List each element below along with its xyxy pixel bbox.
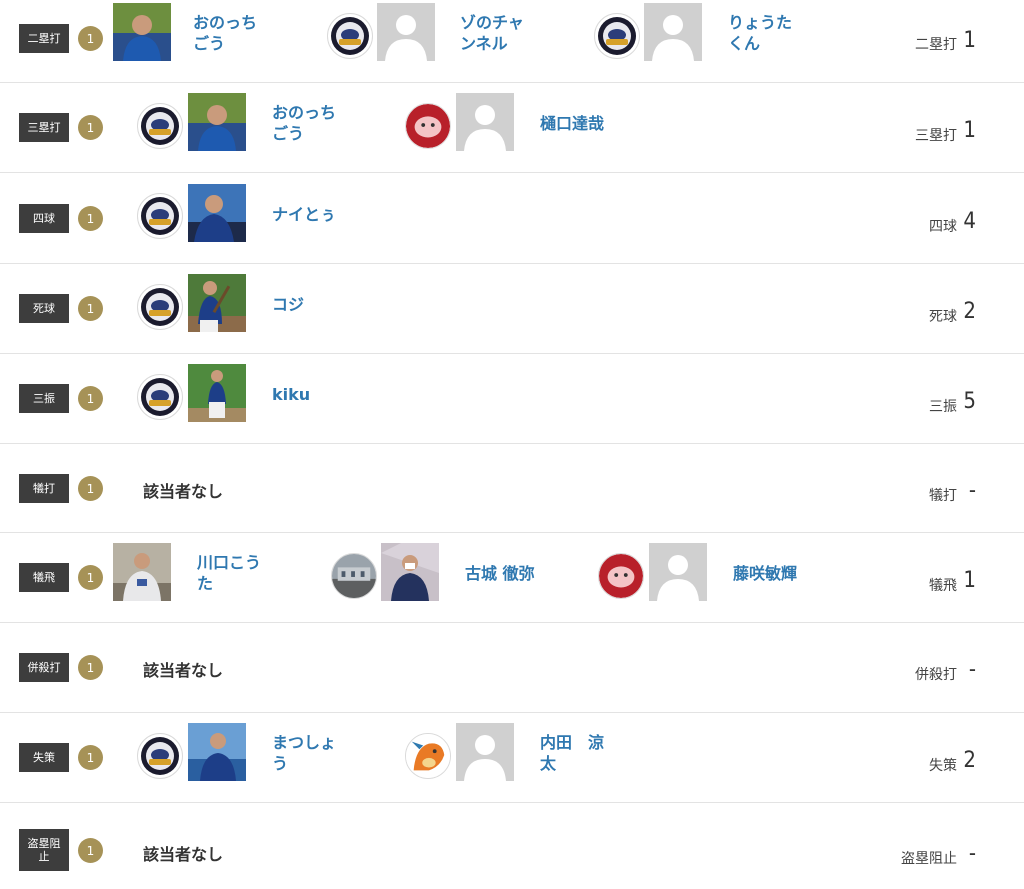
watchers-logo-icon [137,193,183,239]
stat-row-double-plays: 併殺打 1 該当者なし 併殺打 - [0,623,1024,713]
stat-value: - [968,478,976,503]
dragon-logo-icon [405,733,451,779]
stat-value: 1 [963,568,976,593]
watchers-logo-icon [594,13,640,59]
stat-row-caught-stealing: 盗塁阻止 1 該当者なし 盗塁阻止 - [0,803,1024,889]
category-badge: 犠打 [19,474,69,503]
player-name-link[interactable]: おのっち ごう [193,12,288,54]
pig-team-logo-icon [405,103,451,149]
default-avatar-icon[interactable] [456,723,514,781]
player-photo[interactable] [188,723,246,781]
stat-label: 失策 [929,758,957,774]
watchers-logo-icon [137,103,183,149]
stat-row-triples: 三塁打 1 おのっち ごう 樋口達哉 三塁打 1 [0,83,1024,173]
stat-row-strikeouts: 三振 1 kiku 三振 5 [0,354,1024,444]
stat-label: 三振 [929,399,957,415]
default-avatar-icon[interactable] [456,93,514,151]
stat-row-hit-by-pitch: 死球 1 コジ 死球 2 [0,264,1024,354]
stat-value: - [968,657,976,682]
player-photo[interactable] [381,543,439,601]
stat-row-sacrifice-bunts: 犠打 1 該当者なし 犠打 - [0,444,1024,533]
category-badge: 四球 [19,204,69,233]
stat-label: 犠打 [929,488,957,504]
count-badge: 1 [78,115,103,140]
category-badge: 三塁打 [19,113,69,142]
pig-team-logo-icon [598,553,644,599]
player-name-link[interactable]: 内田 涼太 [540,732,635,774]
category-badge: 二塁打 [19,24,69,53]
stat-value: 1 [963,118,976,143]
stat-row-sacrifice-flies: 犠飛 1 川口こうた 古城 徹弥 藤咲敏輝 犠飛 1 [0,533,1024,623]
player-photo[interactable] [188,93,246,151]
category-badge: 併殺打 [19,653,69,682]
player-photo[interactable] [188,184,246,242]
stat-row-walks: 四球 1 ナイとぅ 四球 4 [0,173,1024,264]
count-badge: 1 [78,655,103,680]
count-badge: 1 [78,745,103,770]
player-name-link[interactable]: ゾのチャ ンネル [460,12,555,54]
player-photo[interactable] [188,364,246,422]
category-badge: 失策 [19,743,69,772]
player-name-link[interactable]: おのっち ごう [272,102,367,144]
no-players-text: 該当者なし [143,661,224,680]
stat-value: 2 [963,299,976,324]
player-photo[interactable] [188,274,246,332]
default-avatar-icon[interactable] [644,3,702,61]
watchers-logo-icon [137,733,183,779]
no-players-text: 該当者なし [143,845,224,864]
player-name-link[interactable]: ナイとぅ [272,204,367,225]
stat-value: 4 [963,209,976,234]
player-name-link[interactable]: コジ [272,294,367,315]
count-badge: 1 [78,838,103,863]
street-photo-icon [331,553,377,599]
stat-value: 1 [963,28,976,53]
stat-label: 四球 [929,219,957,235]
count-badge: 1 [78,296,103,321]
category-badge: 三振 [19,384,69,413]
watchers-logo-icon [327,13,373,59]
player-name-link[interactable]: kiku [272,384,367,405]
stat-value: - [968,841,976,866]
stat-label: 二塁打 [915,37,957,53]
player-photo[interactable] [113,3,171,61]
category-badge: 犠飛 [19,563,69,592]
count-badge: 1 [78,565,103,590]
count-badge: 1 [78,476,103,501]
stat-label: 盗塁阻止 [901,851,957,867]
player-photo[interactable] [113,543,171,601]
stat-label: 三塁打 [915,128,957,144]
category-badge: 盗塁阻止 [19,829,69,871]
player-name-link[interactable]: まつしょう [272,732,367,774]
player-name-link[interactable]: 川口こうた [197,552,292,594]
stat-value: 2 [963,748,976,773]
count-badge: 1 [78,386,103,411]
default-avatar-icon[interactable] [377,3,435,61]
stat-row-errors: 失策 1 まつしょう 内田 涼太 失策 2 [0,713,1024,803]
stat-value: 5 [963,389,976,414]
player-name-link[interactable]: りょうた くん [728,12,823,54]
player-name-link[interactable]: 古城 徹弥 [465,563,585,584]
watchers-logo-icon [137,284,183,330]
count-badge: 1 [78,206,103,231]
stat-label: 併殺打 [915,667,957,683]
stat-label: 死球 [929,309,957,325]
stat-row-doubles: 二塁打 1 おのっち ごう ゾのチャ ンネル りょうた くん 二塁打 1 [0,0,1024,83]
player-name-link[interactable]: 藤咲敏輝 [733,563,828,584]
count-badge: 1 [78,26,103,51]
category-badge: 死球 [19,294,69,323]
default-avatar-icon[interactable] [649,543,707,601]
player-name-link[interactable]: 樋口達哉 [540,113,635,134]
stat-label: 犠飛 [929,578,957,594]
watchers-logo-icon [137,374,183,420]
no-players-text: 該当者なし [143,482,224,501]
